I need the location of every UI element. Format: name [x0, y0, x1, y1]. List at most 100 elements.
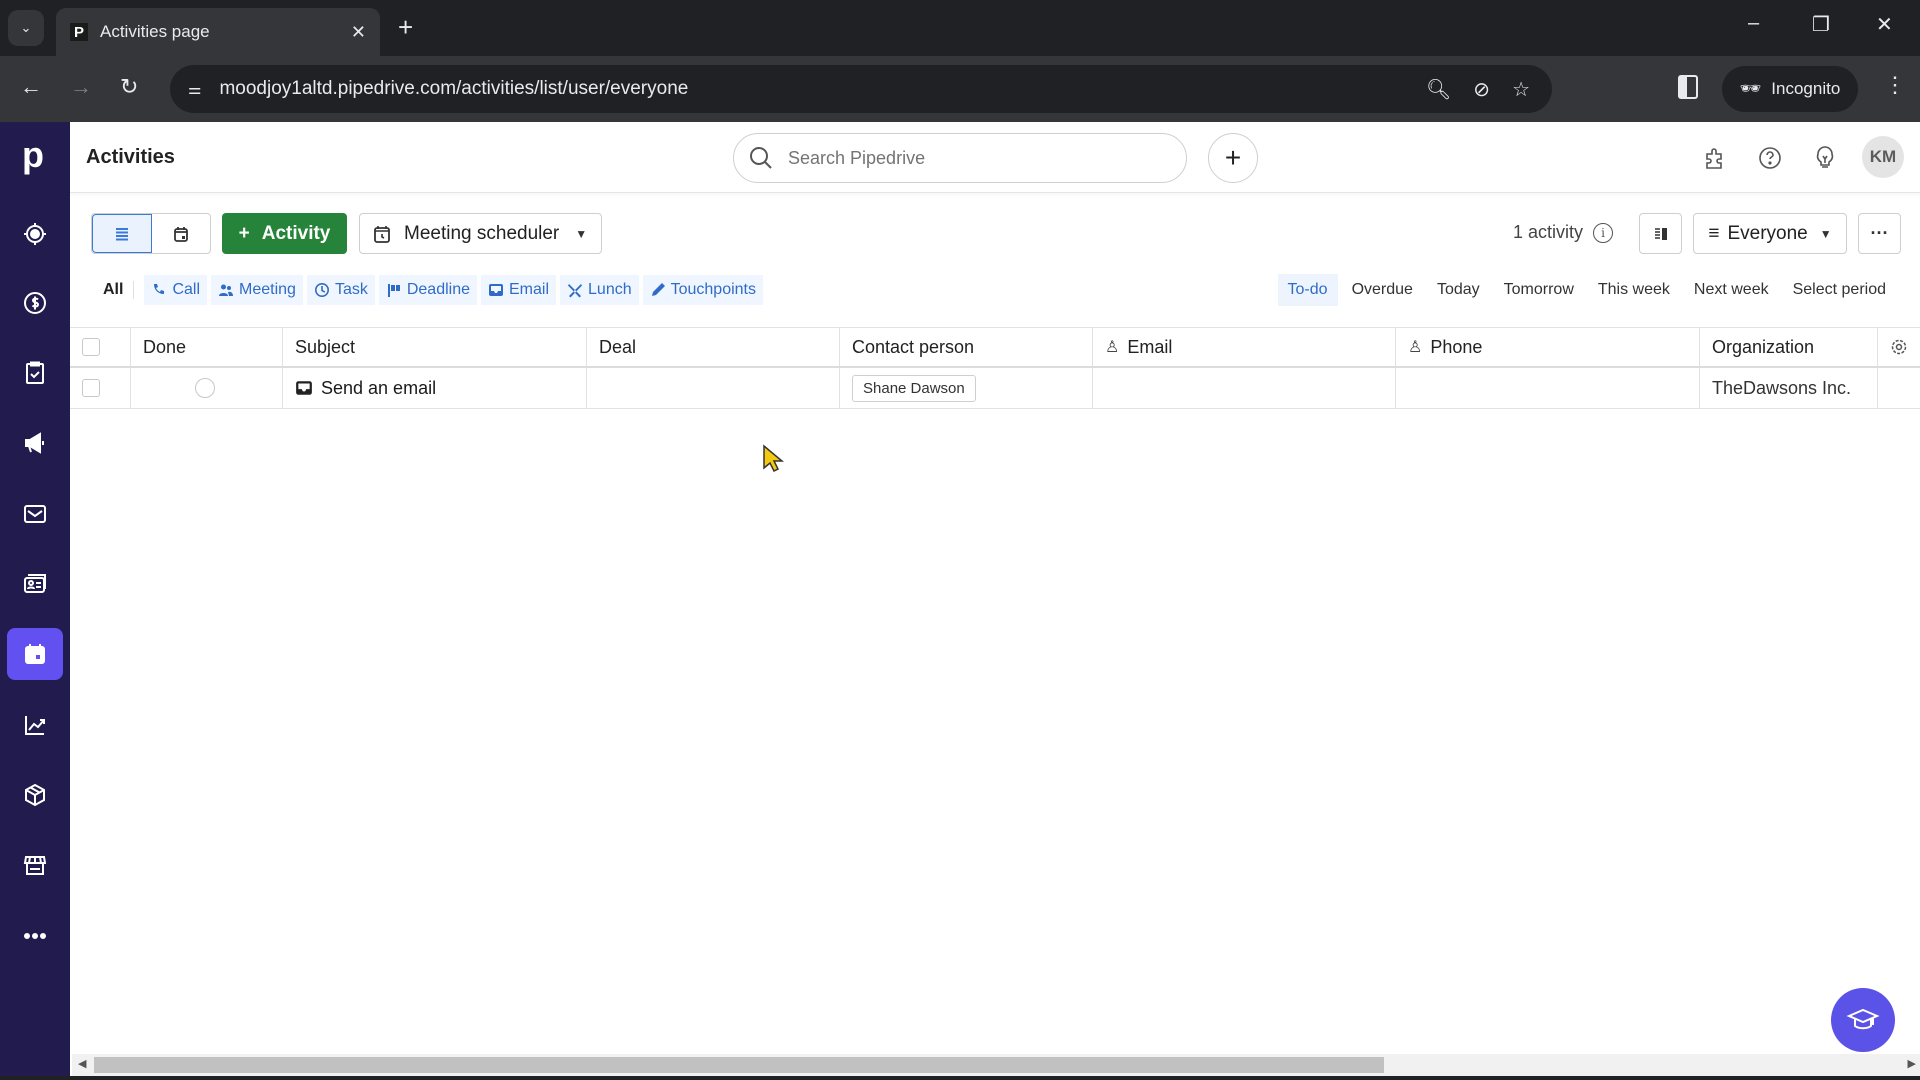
filter-all[interactable]: All: [93, 281, 135, 299]
sidebar-item-leads[interactable]: [7, 208, 63, 260]
new-tab-button[interactable]: +: [398, 12, 413, 43]
add-activity-button[interactable]: + Activity: [222, 213, 347, 254]
filter-icon: ≡: [1708, 222, 1720, 244]
forward-button[interactable]: →: [70, 74, 92, 100]
sidebar-item-marketplace[interactable]: [7, 839, 63, 891]
period-today[interactable]: Today: [1427, 274, 1490, 306]
url-text[interactable]: moodjoy1altd.pipedrive.com/activities/li…: [219, 78, 1425, 100]
more-actions-button[interactable]: ···: [1858, 213, 1901, 254]
pipedrive-favicon: P: [70, 23, 88, 41]
filter-lunch[interactable]: Lunch: [560, 275, 639, 305]
sidebar-item-products[interactable]: [7, 769, 63, 821]
table-settings-icon[interactable]: [1878, 328, 1920, 366]
scroll-right-arrow[interactable]: ▶: [1908, 1057, 1916, 1070]
activity-count: 1 activity i: [1513, 222, 1614, 243]
sidebar-item-contacts[interactable]: [7, 558, 63, 610]
dollar-icon: [24, 292, 46, 314]
address-bar[interactable]: ⚌ moodjoy1altd.pipedrive.com/activities/…: [170, 65, 1552, 113]
user-avatar[interactable]: KM: [1862, 136, 1904, 178]
side-panel-icon[interactable]: [1678, 75, 1698, 99]
column-contact-person[interactable]: Contact person: [840, 328, 1093, 366]
pipedrive-logo[interactable]: p: [22, 134, 44, 176]
inbox-icon: [296, 381, 312, 395]
contact-person-cell[interactable]: Shane Dawson: [840, 368, 1093, 408]
period-todo[interactable]: To-do: [1277, 274, 1338, 306]
zoom-icon[interactable]: 🔍︎: [1426, 77, 1451, 102]
period-overdue[interactable]: Overdue: [1342, 274, 1423, 306]
taskbar-edge: [0, 1076, 1920, 1080]
clock-icon: [314, 283, 329, 297]
window-close-button[interactable]: ✕: [1876, 12, 1893, 37]
contact-person-chip[interactable]: Shane Dawson: [852, 374, 976, 402]
scroll-left-arrow[interactable]: ◀: [78, 1057, 86, 1070]
column-organization[interactable]: Organization: [1700, 328, 1878, 366]
subject-text: Send an email: [321, 377, 437, 398]
envelope-icon: [24, 505, 46, 523]
search-box[interactable]: [733, 133, 1187, 183]
period-next-week[interactable]: Next week: [1684, 274, 1779, 306]
filter-email[interactable]: Email: [481, 275, 557, 305]
caret-down-icon: ▼: [575, 226, 588, 241]
sidebar-item-insights[interactable]: [7, 699, 63, 751]
back-button[interactable]: ←: [20, 74, 42, 100]
mark-done-radio[interactable]: [195, 378, 215, 398]
info-icon[interactable]: i: [1593, 222, 1614, 243]
minimize-button[interactable]: –: [1748, 12, 1759, 35]
column-phone[interactable]: ♙ Phone: [1396, 328, 1700, 366]
mouse-cursor: [763, 444, 784, 473]
select-all-checkbox[interactable]: [82, 338, 100, 356]
sidebar-item-more[interactable]: [7, 910, 63, 962]
filter-deadline[interactable]: Deadline: [378, 275, 477, 305]
lightbulb-icon[interactable]: [1811, 144, 1839, 172]
browser-menu-icon[interactable]: ⋮: [1884, 72, 1906, 98]
search-input[interactable]: [788, 147, 1148, 169]
filter-touchpoints[interactable]: Touchpoints: [642, 275, 763, 305]
academy-button[interactable]: [1831, 988, 1895, 1052]
activities-table: Done Subject Deal Contact person ♙ Email…: [70, 327, 1920, 409]
more-icon: [24, 933, 46, 939]
restore-button[interactable]: ❐: [1812, 12, 1830, 37]
period-tomorrow[interactable]: Tomorrow: [1494, 274, 1584, 306]
column-done[interactable]: Done: [131, 328, 283, 366]
period-select[interactable]: Select period: [1783, 274, 1896, 306]
browser-tab[interactable]: P Activities page ✕: [56, 8, 380, 56]
bookmark-star-icon[interactable]: ☆: [1512, 77, 1530, 102]
row-checkbox[interactable]: [82, 379, 100, 397]
email-cell[interactable]: [1093, 368, 1396, 408]
quick-add-button[interactable]: +: [1208, 133, 1258, 183]
incognito-icon: 🕶︎: [1739, 79, 1762, 98]
sidebar-item-mail[interactable]: [7, 488, 63, 540]
megaphone-icon: [25, 432, 44, 454]
calendar-view-button[interactable]: [152, 214, 210, 253]
filter-meeting[interactable]: Meeting: [211, 275, 303, 305]
filter-task[interactable]: Task: [306, 275, 375, 305]
meeting-scheduler-dropdown[interactable]: Meeting scheduler ▼: [359, 213, 602, 254]
column-settings-button[interactable]: [1639, 213, 1682, 254]
column-email[interactable]: ♙ Email: [1093, 328, 1396, 366]
extensions-icon[interactable]: [1701, 144, 1729, 172]
tab-close-icon[interactable]: ✕: [351, 22, 366, 43]
owner-filter-dropdown[interactable]: ≡ Everyone ▼: [1693, 213, 1847, 254]
table-row[interactable]: Send an email Shane Dawson TheDawsons In…: [70, 368, 1920, 409]
site-info-icon[interactable]: ⚌: [188, 80, 201, 98]
column-subject[interactable]: Subject: [283, 328, 587, 366]
reload-button[interactable]: ↻: [120, 74, 138, 100]
subject-cell[interactable]: Send an email: [283, 368, 587, 408]
organization-cell[interactable]: TheDawsons Inc.: [1700, 368, 1878, 408]
phone-cell[interactable]: [1396, 368, 1700, 408]
sidebar-item-activities[interactable]: [7, 628, 63, 680]
sidebar-item-projects[interactable]: [7, 347, 63, 399]
period-this-week[interactable]: This week: [1588, 274, 1680, 306]
eye-off-icon[interactable]: ⊘: [1473, 77, 1490, 102]
horizontal-scrollbar[interactable]: ◀ ▶: [72, 1054, 1920, 1076]
filter-call[interactable]: Call: [144, 275, 208, 305]
deal-cell[interactable]: [587, 368, 840, 408]
incognito-indicator[interactable]: 🕶︎ Incognito: [1722, 66, 1858, 112]
scrollbar-thumb[interactable]: [94, 1057, 1384, 1073]
sidebar-item-deals[interactable]: [7, 277, 63, 329]
list-view-button[interactable]: [92, 214, 152, 253]
tab-search-button[interactable]: ⌄: [8, 10, 44, 46]
help-icon[interactable]: [1756, 144, 1784, 172]
column-deal[interactable]: Deal: [587, 328, 840, 366]
sidebar-item-campaigns[interactable]: [7, 417, 63, 469]
